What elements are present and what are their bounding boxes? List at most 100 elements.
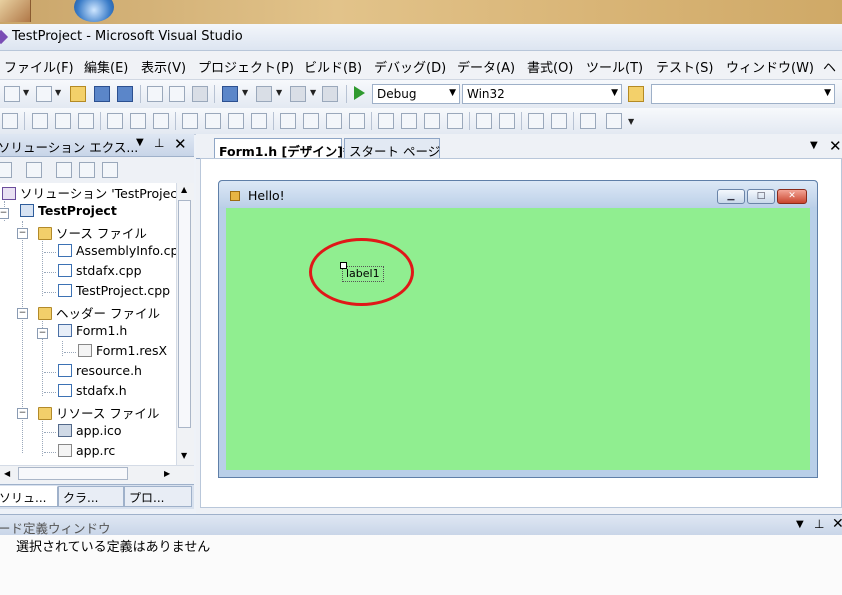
bring-to-front-icon[interactable] [528, 113, 544, 129]
collapse-icon[interactable]: − [37, 328, 48, 339]
class-diagram-icon[interactable] [102, 162, 118, 178]
desktop-shortcut-icon[interactable] [0, 0, 31, 22]
menu-view[interactable]: 表示(V) [141, 57, 186, 76]
undo-icon[interactable] [222, 86, 238, 102]
copy-icon[interactable] [169, 86, 185, 102]
chevron-down-icon[interactable]: ▼ [23, 88, 29, 97]
menu-edit[interactable]: 編集(E) [84, 57, 128, 76]
remove-horizontal-spacing-icon[interactable] [349, 113, 365, 129]
tree-item-app-ico[interactable]: app.ico [58, 423, 122, 443]
scroll-down-icon[interactable]: ▼ [181, 451, 187, 460]
menu-build[interactable]: ビルド(B) [304, 57, 362, 76]
center-horizontally-icon[interactable] [476, 113, 492, 129]
collapse-icon[interactable]: − [17, 308, 28, 319]
tree-item-project[interactable]: TestProject [20, 203, 117, 223]
start-debugging-icon[interactable] [354, 86, 365, 100]
tab-order-icon[interactable] [580, 113, 596, 129]
menu-data[interactable]: データ(A) [457, 57, 515, 76]
cut-icon[interactable] [147, 86, 163, 102]
close-icon[interactable]: ✕ [174, 135, 187, 153]
close-icon[interactable]: ✕ [777, 189, 807, 204]
menu-test[interactable]: テスト(S) [656, 57, 713, 76]
scroll-right-icon[interactable]: ▶ [164, 469, 170, 478]
align-bottoms-icon[interactable] [153, 113, 169, 129]
open-file-icon[interactable] [70, 86, 86, 102]
redo-icon[interactable] [256, 86, 272, 102]
view-designer-icon[interactable] [79, 162, 95, 178]
align-centers-icon[interactable] [55, 113, 71, 129]
scroll-up-icon[interactable]: ▲ [181, 185, 187, 194]
tree-item-resource-h[interactable]: resource.h [58, 363, 142, 383]
chevron-down-icon[interactable]: ▼ [242, 88, 248, 97]
menu-project[interactable]: プロジェクト(P) [198, 57, 294, 76]
find-in-files-icon[interactable] [628, 86, 644, 102]
collapse-icon[interactable]: − [17, 408, 28, 419]
maximize-icon[interactable]: □ [747, 189, 775, 204]
menu-debug[interactable]: デバッグ(D) [374, 57, 446, 76]
align-middles-icon[interactable] [130, 113, 146, 129]
tree-item-form1-resx[interactable]: Form1.resX [78, 343, 167, 363]
chevron-down-icon[interactable]: ▼ [276, 88, 282, 97]
horizontal-spacing-equal-icon[interactable] [280, 113, 296, 129]
remove-vertical-spacing-icon[interactable] [447, 113, 463, 129]
collapse-icon[interactable]: − [17, 228, 28, 239]
tree-item-stdafx-h[interactable]: stdafx.h [58, 383, 127, 403]
navigate-backward-icon[interactable] [290, 86, 306, 102]
tree-item-header-files[interactable]: ヘッダー ファイル [38, 303, 160, 323]
add-item-icon[interactable] [36, 86, 52, 102]
new-project-icon[interactable] [4, 86, 20, 102]
tree-item-assemblyinfo[interactable]: AssemblyInfo.cpp [58, 243, 176, 263]
menu-window[interactable]: ウィンドウ(W) [726, 57, 814, 76]
tree-item-testproject-cpp[interactable]: TestProject.cpp [58, 283, 170, 303]
tab-start-page[interactable]: スタート ページ [344, 138, 440, 159]
chevron-down-icon[interactable]: ▼ [136, 137, 144, 148]
chevron-down-icon[interactable]: ▼ [55, 88, 61, 97]
align-lefts-icon[interactable] [32, 113, 48, 129]
platform-select[interactable]: Win32 ▼ [462, 84, 622, 104]
size-to-grid-icon[interactable] [251, 113, 267, 129]
tree-item-resource-files[interactable]: リソース ファイル [38, 403, 159, 423]
send-to-back-icon[interactable] [551, 113, 567, 129]
align-tops-icon[interactable] [107, 113, 123, 129]
tab-solution-explorer[interactable]: ソリュ... [0, 486, 58, 507]
chevron-down-icon[interactable]: ▼ [310, 88, 316, 97]
menu-format[interactable]: 書式(O) [527, 57, 573, 76]
configuration-select[interactable]: Debug ▼ [372, 84, 460, 104]
vertical-spacing-equal-icon[interactable] [378, 113, 394, 129]
chevron-down-icon[interactable]: ▼ [810, 140, 818, 151]
make-same-size-icon[interactable] [228, 113, 244, 129]
pin-icon[interactable]: ⊥ [154, 136, 164, 150]
pin-icon[interactable]: ⊥ [814, 517, 824, 531]
paste-icon[interactable] [192, 86, 208, 102]
center-vertically-icon[interactable] [499, 113, 515, 129]
find-combo[interactable]: ▼ [651, 84, 835, 104]
tree-vertical-scroll-thumb[interactable] [178, 200, 191, 428]
tree-item-form1-h[interactable]: Form1.h [58, 323, 127, 343]
tab-form1-designer[interactable]: Form1.h [デザイン]* [214, 138, 349, 159]
view-code-icon[interactable] [56, 162, 72, 178]
chevron-down-icon[interactable]: ▼ [628, 117, 634, 126]
save-all-icon[interactable] [117, 86, 133, 102]
chevron-down-icon[interactable]: ▼ [796, 519, 804, 530]
properties-icon[interactable] [0, 162, 12, 178]
tree-horizontal-scroll-thumb[interactable] [18, 467, 128, 480]
menu-file[interactable]: ファイル(F) [4, 57, 74, 76]
tab-property-manager[interactable]: プロ... [124, 486, 192, 507]
increase-horizontal-spacing-icon[interactable] [303, 113, 319, 129]
menu-help[interactable]: ヘ [823, 57, 836, 76]
make-same-height-icon[interactable] [205, 113, 221, 129]
navigate-forward-icon[interactable] [322, 86, 338, 102]
make-same-width-icon[interactable] [182, 113, 198, 129]
close-icon[interactable]: ✕ [832, 516, 842, 532]
minimize-icon[interactable]: ▁ [717, 189, 745, 204]
decrease-vertical-spacing-icon[interactable] [424, 113, 440, 129]
tree-item-app-rc[interactable]: app.rc [58, 443, 115, 463]
tree-item-stdafx-cpp[interactable]: stdafx.cpp [58, 263, 142, 283]
designed-form-client-area[interactable] [226, 208, 810, 470]
scroll-left-icon[interactable]: ◀ [4, 469, 10, 478]
decrease-horizontal-spacing-icon[interactable] [326, 113, 342, 129]
tab-class-view[interactable]: クラ... [58, 486, 124, 507]
show-all-files-icon[interactable] [26, 162, 42, 178]
align-to-grid-icon[interactable] [2, 113, 18, 129]
save-icon[interactable] [94, 86, 110, 102]
